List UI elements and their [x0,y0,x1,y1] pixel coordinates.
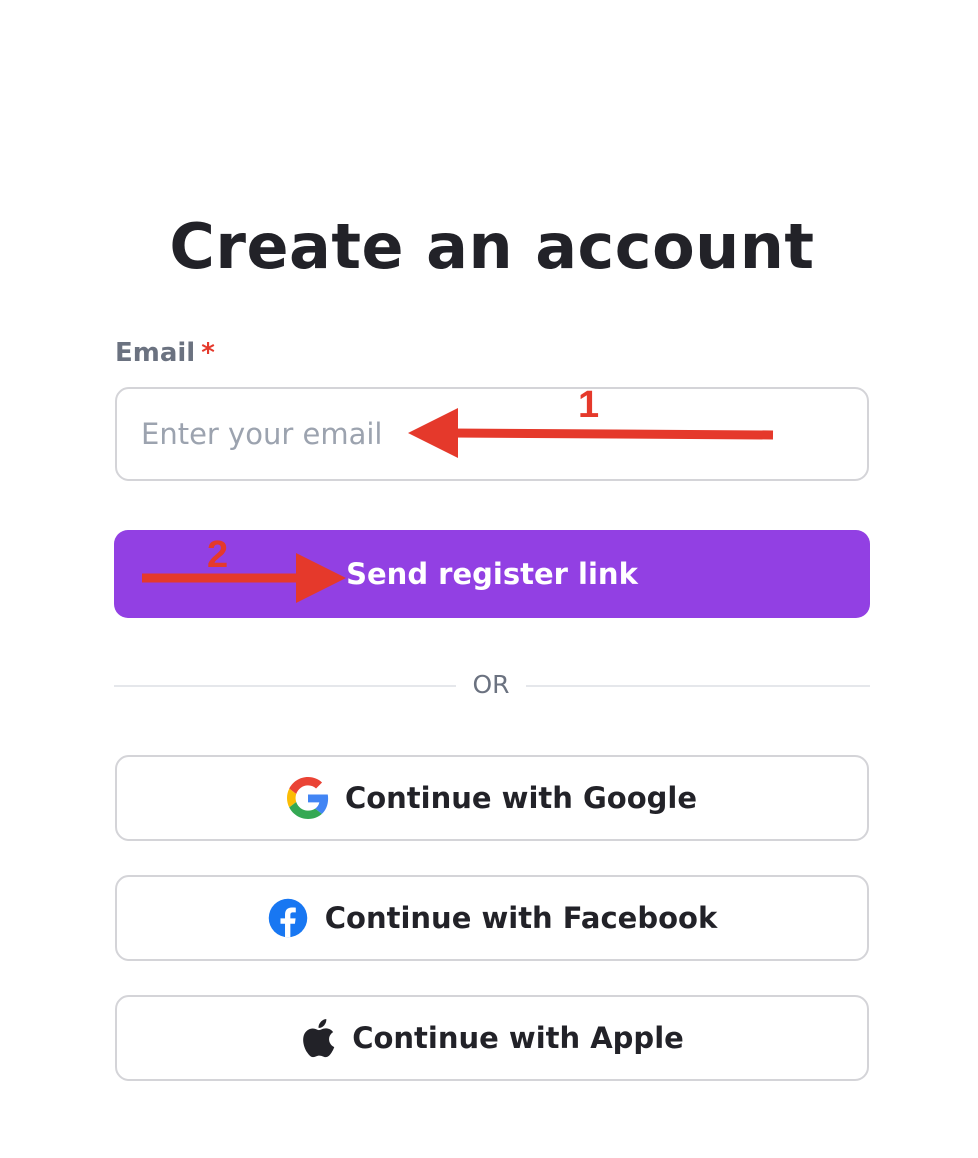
divider-line-right [526,685,870,687]
continue-with-apple-button[interactable]: Continue with Apple [115,995,869,1081]
email-label: Email * [115,338,215,368]
divider-or: OR [472,670,510,699]
email-field[interactable] [115,387,869,481]
annotation-number-1: 1 [578,384,600,426]
apple-icon [300,1018,336,1058]
page-title: Create an account [169,210,815,283]
email-label-text: Email [115,338,196,368]
facebook-icon [267,897,309,939]
google-button-label: Continue with Google [344,781,698,815]
divider-line-left [114,685,456,687]
continue-with-google-button[interactable]: Continue with Google [115,755,869,841]
annotation-number-2: 2 [207,534,229,576]
continue-with-facebook-button[interactable]: Continue with Facebook [115,875,869,961]
apple-button-label: Continue with Apple [352,1021,684,1055]
facebook-button-label: Continue with Facebook [324,901,718,935]
required-marker: * [201,338,215,368]
google-icon [286,777,329,819]
